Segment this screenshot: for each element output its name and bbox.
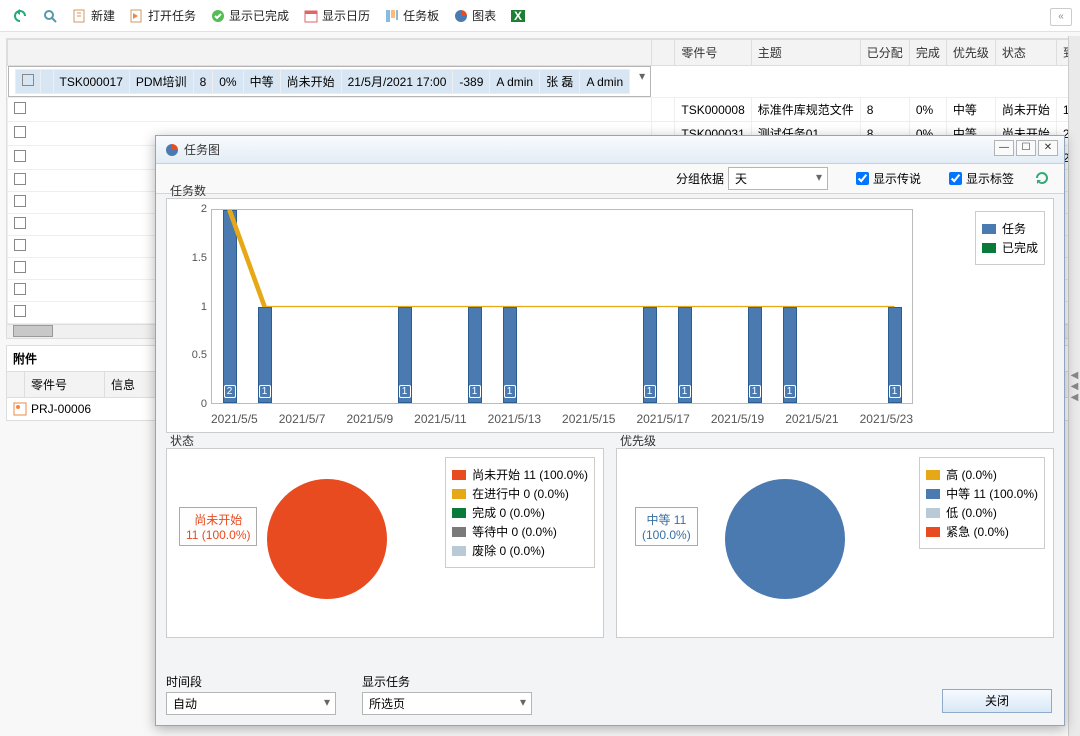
legend-item: 完成 0 (0.0%) <box>452 504 588 521</box>
legend-item: 低 (0.0%) <box>926 504 1038 521</box>
close-button[interactable]: 关闭 <box>942 689 1052 713</box>
group-by-select[interactable]: 天 <box>728 167 828 190</box>
grid-header[interactable]: 零件号 <box>675 40 751 66</box>
row-checkbox[interactable] <box>14 126 26 138</box>
refresh-icon[interactable] <box>1034 170 1050 186</box>
show-completed-button[interactable]: 显示已完成 <box>206 5 293 26</box>
status-pie <box>267 479 387 599</box>
bar-chart-panel: 00.511.5221111111112021/5/52021/5/72021/… <box>166 198 1054 433</box>
dialog-options-bar: 分组依据 天 显示传说 显示标签 <box>156 164 1064 194</box>
row-checkbox[interactable] <box>14 173 26 185</box>
att-col-partno: 零件号 <box>25 372 105 397</box>
status-pie-panel: 尚未开始11 (100.0%) 尚未开始 11 (100.0%) 在进行中 0 (… <box>166 448 604 638</box>
minimize-button[interactable]: — <box>994 140 1014 156</box>
right-collapsed-strip[interactable]: ◀◀◀ <box>1068 36 1080 736</box>
row-checkbox[interactable] <box>14 195 26 207</box>
show-calendar-button[interactable]: 显示日历 <box>299 5 374 26</box>
dialog-bottom-bar: 时间段 自动 显示任务 所选页 <box>166 663 1054 715</box>
row-checkbox[interactable] <box>14 283 26 295</box>
task-chart-dialog: 任务图 — ☐ ✕ 分组依据 天 显示传说 显示标签 任务数 00.511.52… <box>155 135 1065 726</box>
priority-title: 优先级 <box>620 432 656 449</box>
chart-button[interactable]: 图表 <box>449 5 500 26</box>
priority-legend: 高 (0.0%) 中等 11 (100.0%) 低 (0.0%) 紧急 (0.0%) <box>919 457 1045 549</box>
priority-callout: 中等 11(100.0%) <box>635 507 698 546</box>
table-row[interactable]: TSK000008标准件库规范文件80%中等尚未开始13/5月/2021 17:… <box>8 98 1080 122</box>
legend-item: 尚未开始 11 (100.0%) <box>452 466 588 483</box>
project-icon <box>13 402 27 416</box>
show-label-checkbox[interactable]: 显示标签 <box>949 170 1014 187</box>
new-button[interactable]: 新建 <box>68 5 119 26</box>
grid-header[interactable] <box>651 40 675 66</box>
legend-item: 废除 0 (0.0%) <box>452 542 588 559</box>
show-legend-checkbox[interactable]: 显示传说 <box>856 170 921 187</box>
show-tasks-field: 显示任务 所选页 <box>362 673 532 715</box>
legend-item: 等待中 0 (0.0%) <box>452 523 588 540</box>
grid-header[interactable]: 完成 <box>909 40 946 66</box>
search-icon[interactable] <box>38 6 62 26</box>
close-x-button[interactable]: ✕ <box>1038 140 1058 156</box>
bar-legend: 任务已完成 <box>975 211 1045 265</box>
row-checkbox[interactable] <box>14 102 26 114</box>
collapse-button[interactable]: « <box>1050 8 1072 26</box>
dialog-icon <box>164 142 180 158</box>
row-checkbox[interactable] <box>14 261 26 273</box>
legend-item: 紧急 (0.0%) <box>926 523 1038 540</box>
legend-item: 高 (0.0%) <box>926 466 1038 483</box>
excel-icon[interactable]: X <box>506 6 530 26</box>
show-tasks-select[interactable]: 所选页 <box>362 692 532 715</box>
period-field: 时间段 自动 <box>166 673 336 715</box>
grid-header[interactable]: 状态 <box>995 40 1056 66</box>
row-checkbox[interactable] <box>14 305 26 317</box>
row-checkbox[interactable] <box>22 74 34 86</box>
period-select[interactable]: 自动 <box>166 692 336 715</box>
attachment-partno: PRJ-00006 <box>31 402 91 416</box>
legend-item: 在进行中 0 (0.0%) <box>452 485 588 502</box>
bar-chart-title: 任务数 <box>170 182 206 199</box>
grid-header[interactable]: 优先级 <box>946 40 995 66</box>
table-row[interactable]: TSK000017PDM培训80%中等尚未开始21/5月/2021 17:00-… <box>8 66 652 97</box>
maximize-button[interactable]: ☐ <box>1016 140 1036 156</box>
row-checkbox[interactable] <box>14 150 26 162</box>
grid-header[interactable]: 已分配 <box>860 40 909 66</box>
dialog-title-text: 任务图 <box>184 141 220 158</box>
priority-pie <box>725 479 845 599</box>
open-task-button[interactable]: 打开任务 <box>125 5 200 26</box>
undo-icon[interactable] <box>8 6 32 26</box>
status-callout: 尚未开始11 (100.0%) <box>179 507 257 546</box>
legend-item: 中等 11 (100.0%) <box>926 485 1038 502</box>
grid-header[interactable]: 主题 <box>751 40 860 66</box>
grid-header[interactable] <box>8 40 652 66</box>
dialog-titlebar[interactable]: 任务图 — ☐ ✕ <box>156 136 1064 164</box>
priority-pie-panel: 中等 11(100.0%) 高 (0.0%) 中等 11 (100.0%) 低 (0… <box>616 448 1054 638</box>
row-checkbox[interactable] <box>14 217 26 229</box>
status-legend: 尚未开始 11 (100.0%) 在进行中 0 (0.0%) 完成 0 (0.0%)… <box>445 457 595 568</box>
group-by-field: 分组依据 天 <box>676 167 828 190</box>
task-board-button[interactable]: 任务板 <box>380 5 443 26</box>
row-checkbox[interactable] <box>14 239 26 251</box>
status-title: 状态 <box>170 432 194 449</box>
svg-text:X: X <box>514 9 522 23</box>
main-toolbar: 新建 打开任务 显示已完成 显示日历 任务板 图表 X <box>0 0 1080 32</box>
